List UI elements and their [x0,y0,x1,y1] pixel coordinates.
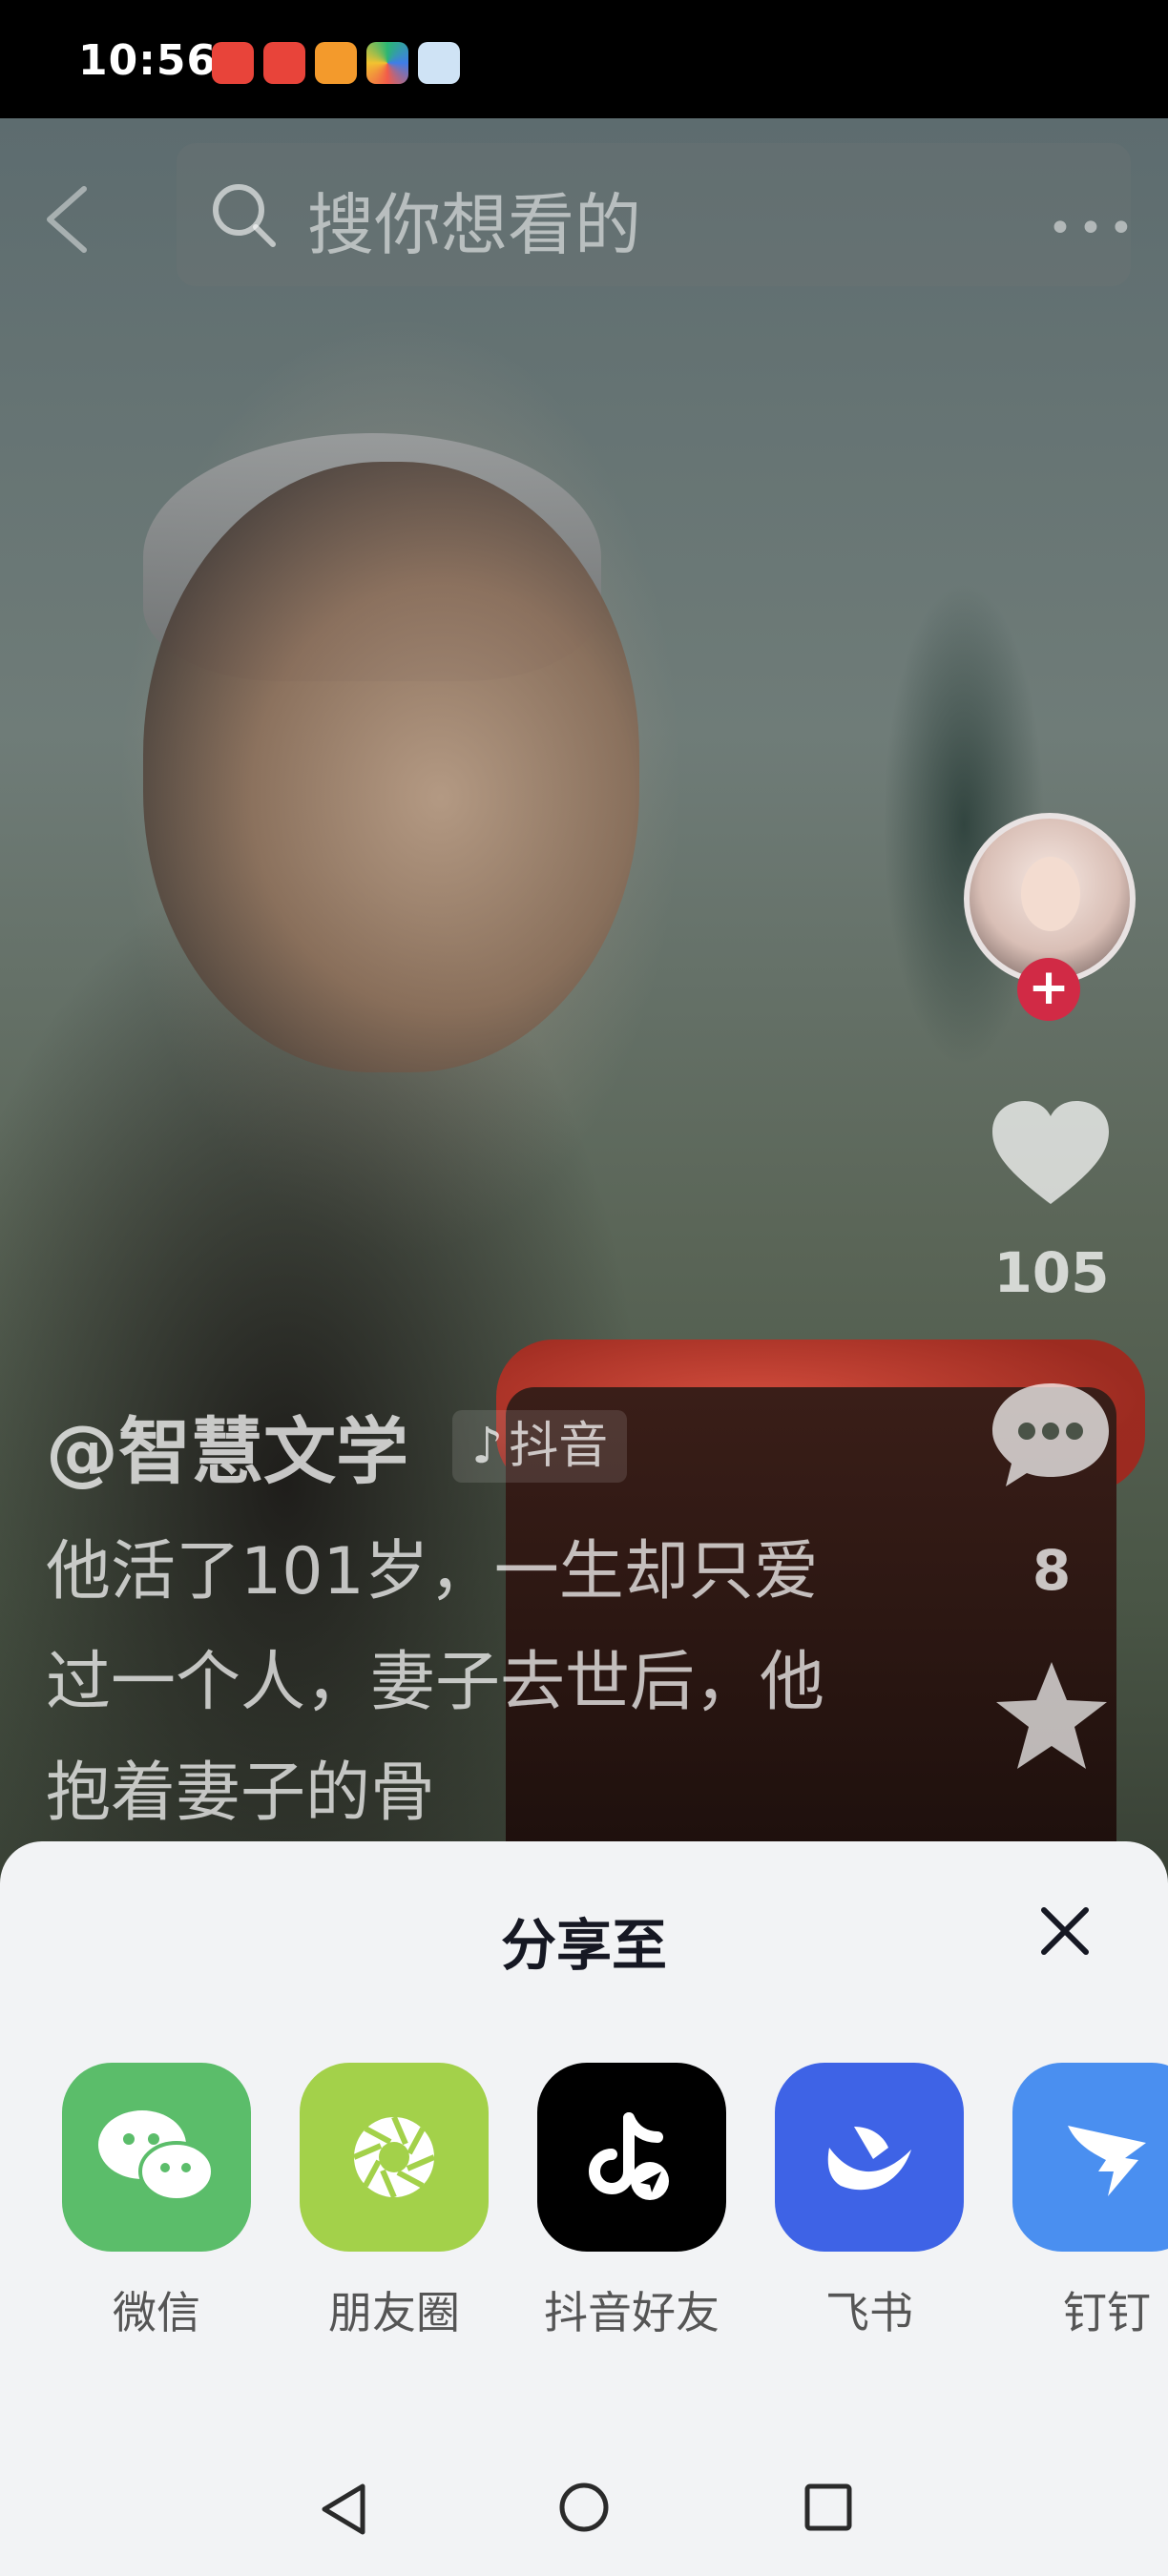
notification-app-icon [315,42,357,84]
share-target-dingtalk[interactable]: 钉钉 [997,2063,1168,2341]
share-target-label: 微信 [113,2287,200,2338]
share-targets: 微信 朋友圈 抖音好友 飞书 钉钉 [0,2063,1168,2349]
notification-app-icon [263,42,305,84]
share-target-wechat[interactable]: 微信 [47,2063,266,2341]
share-target-moments[interactable]: 朋友圈 [284,2063,504,2341]
navigation-bar [0,2452,1168,2576]
nav-recents-icon[interactable] [803,2483,853,2532]
share-target-label: 飞书 [825,2287,913,2338]
share-target-icon [775,2063,964,2252]
notification-app-icon [418,42,460,84]
like-icon[interactable] [989,1097,1113,1212]
notification-app-icon [366,42,408,84]
author-name[interactable]: @智慧文学 [46,1393,408,1498]
nav-home-icon[interactable] [557,2481,611,2534]
share-target-icon [62,2063,251,2252]
dingtalk-icon [1068,2126,1146,2196]
douyin-badge[interactable]: ♪ 抖音 [452,1410,628,1483]
search-icon [213,184,276,247]
favorite-star-icon[interactable] [992,1658,1111,1776]
search-placeholder[interactable]: 搜你想看的 [307,172,641,268]
feishu-icon [827,2127,911,2191]
comment-icon[interactable] [989,1378,1113,1492]
douyin-badge-label: 抖音 [509,1418,609,1475]
share-target-label: 朋友圈 [328,2287,460,2338]
share-target-douyin-friends[interactable]: 抖音好友 [522,2063,741,2341]
back-icon[interactable] [38,181,95,258]
notification-app-icon [212,42,254,84]
share-target-icon [537,2063,726,2252]
share-target-icon [1012,2063,1168,2252]
share-target-feishu[interactable]: 飞书 [760,2063,979,2341]
status-bar: 10:56 [0,0,1168,118]
system-status-icons [700,46,1101,84]
wechat-icon [98,2110,215,2202]
douyin-note-icon: ♪ [471,1418,504,1475]
like-count: 105 [993,1240,1110,1305]
share-sheet-title: 分享至 [500,1913,667,1978]
comment-count: 8 [1032,1538,1072,1603]
notification-icons [212,42,460,84]
more-icon[interactable]: ••• [1048,204,1139,253]
nav-back-icon[interactable] [315,2481,372,2538]
video-subject-head [143,462,639,1072]
moments-icon [352,2115,436,2199]
avatar-face [1021,857,1080,931]
follow-button[interactable]: + [1017,958,1080,1021]
video-caption[interactable]: 他活了101岁，一生却只爱过一个人，妻子去世后，他抱着妻子的骨 [46,1517,828,1849]
status-time: 10:56 [78,36,218,85]
douyin-friends-icon [589,2112,669,2200]
close-icon[interactable] [1038,1904,1092,1958]
share-target-label: 钉钉 [1063,2287,1151,2338]
share-target-label: 抖音好友 [544,2287,720,2338]
share-target-icon [300,2063,489,2252]
